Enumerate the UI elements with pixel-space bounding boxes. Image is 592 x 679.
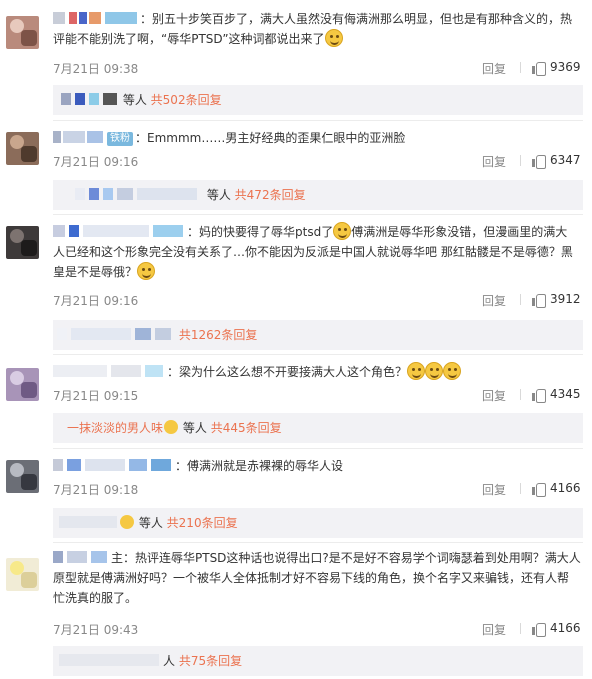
like-count: 4345 [550, 387, 581, 401]
view-replies-link[interactable]: 共210条回复 [167, 516, 238, 530]
like-count: 9369 [550, 60, 581, 74]
emoji-icon [407, 362, 426, 380]
thumbs-up-icon [532, 154, 546, 169]
like-count: 4166 [550, 481, 581, 495]
username-blurred[interactable] [53, 459, 173, 471]
comment-text: ：傅满洲就是赤裸裸的辱华人设 [175, 459, 344, 473]
thumbs-up-icon [532, 388, 546, 403]
like-button[interactable]: 4345 [532, 387, 581, 403]
fan-badge: 铁粉 [107, 132, 133, 146]
comment-text: ：Emmmm……男主好经典的歪果仁眼中的亚洲脸 [135, 131, 406, 145]
reply-button[interactable]: 回复 [482, 153, 506, 170]
like-count: 3912 [550, 292, 581, 306]
reply-button[interactable]: 回复 [482, 387, 506, 404]
avatar[interactable] [6, 226, 39, 259]
avatar[interactable] [6, 460, 39, 493]
like-button[interactable]: 3912 [532, 292, 581, 308]
like-button[interactable]: 6347 [532, 153, 581, 169]
emoji-icon [333, 222, 352, 240]
sub-replies[interactable]: 等人 共210条回复 [53, 508, 583, 538]
comment-text: ：妈的快要得了辱华ptsd了 [187, 225, 334, 239]
emoji-icon [443, 362, 462, 380]
avatar[interactable] [6, 558, 39, 591]
username-blurred[interactable] [53, 365, 165, 377]
comment-date: 7月21日 09:18 [53, 483, 139, 497]
comment-text: ：梁为什么这么想不开要接满大人这个角色？ [167, 365, 408, 379]
view-replies-link[interactable]: 共445条回复 [211, 421, 282, 435]
emoji-icon [324, 29, 343, 47]
view-replies-link[interactable]: 共75条回复 [179, 654, 242, 668]
reply-button[interactable]: 回复 [482, 621, 506, 638]
thumbs-up-icon [532, 622, 546, 637]
username-blurred[interactable] [53, 131, 105, 143]
view-replies-link[interactable]: 共1262条回复 [179, 328, 258, 342]
like-button[interactable]: 9369 [532, 60, 581, 76]
username-blurred[interactable] [53, 225, 185, 237]
reply-button[interactable]: 回复 [482, 481, 506, 498]
sub-replies[interactable]: 人 共75条回复 [53, 646, 583, 676]
comment-date: 7月21日 09:15 [53, 389, 139, 403]
reply-button[interactable]: 回复 [482, 60, 506, 77]
username-blurred[interactable] [53, 12, 138, 24]
avatar[interactable] [6, 132, 39, 165]
avatar[interactable] [6, 16, 39, 49]
comment-date: 7月21日 09:16 [53, 155, 139, 169]
like-button[interactable]: 4166 [532, 621, 581, 637]
sub-reply-username[interactable]: 一抹淡淡的男人味 [67, 421, 163, 435]
like-count: 6347 [550, 153, 581, 167]
thumbs-up-icon [532, 293, 546, 308]
comment-date: 7月21日 09:38 [53, 62, 139, 76]
username-blurred[interactable] [53, 551, 109, 563]
comment-text: 主：热评连辱华PTSD这种话也说得出口?是不是好不容易学个词嗨瑟着到处用啊？满大… [111, 551, 581, 565]
sub-replies[interactable]: 一抹淡淡的男人味 等人 共445条回复 [53, 413, 583, 443]
emoji-icon [425, 362, 444, 380]
sub-replies[interactable]: 等人 共502条回复 [53, 85, 583, 115]
comment-date: 7月21日 09:16 [53, 294, 139, 308]
sub-replies[interactable]: 共1262条回复 [53, 320, 583, 350]
view-replies-link[interactable]: 共502条回复 [151, 93, 222, 107]
like-button[interactable]: 4166 [532, 481, 581, 497]
emoji-icon [137, 262, 156, 280]
comment-date: 7月21日 09:43 [53, 623, 139, 637]
emoji-icon [164, 420, 179, 434]
avatar[interactable] [6, 368, 39, 401]
view-replies-link[interactable]: 共472条回复 [235, 188, 306, 202]
like-count: 4166 [550, 621, 581, 635]
emoji-icon [120, 515, 134, 529]
comment-text: ：别五十步笑百步了，满大人虽然没有侮 [140, 12, 357, 26]
reply-button[interactable]: 回复 [482, 292, 506, 309]
sub-replies[interactable]: 等人 共472条回复 [53, 180, 583, 210]
thumbs-up-icon [532, 61, 546, 76]
thumbs-up-icon [532, 482, 546, 497]
